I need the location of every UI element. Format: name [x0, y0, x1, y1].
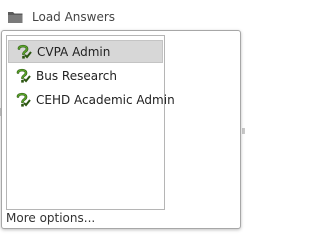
list-item-cehd-academic-admin[interactable]: CEHD Academic Admin: [8, 88, 175, 111]
list-item-label: CVPA Admin: [37, 44, 111, 59]
account-list: CVPA Admin Bus Research CEHD Academic Ad…: [6, 35, 175, 210]
folder-icon: [8, 12, 23, 23]
load-answers-menu-item[interactable]: Load Answers: [0, 4, 245, 30]
load-answers-label: Load Answers: [32, 10, 116, 24]
question-check-icon: [16, 92, 31, 107]
question-check-icon: [16, 68, 31, 83]
list-item-label: Bus Research: [36, 68, 117, 83]
question-check-icon: [17, 44, 32, 59]
background-fragment: [242, 128, 245, 134]
more-options-link[interactable]: More options...: [6, 211, 95, 225]
list-item-label: CEHD Academic Admin: [36, 92, 175, 107]
account-dropdown: CVPA Admin Bus Research CEHD Academic Ad…: [1, 30, 241, 229]
list-item-bus-research[interactable]: Bus Research: [8, 64, 163, 87]
list-item-cvpa-admin[interactable]: CVPA Admin: [8, 40, 163, 63]
